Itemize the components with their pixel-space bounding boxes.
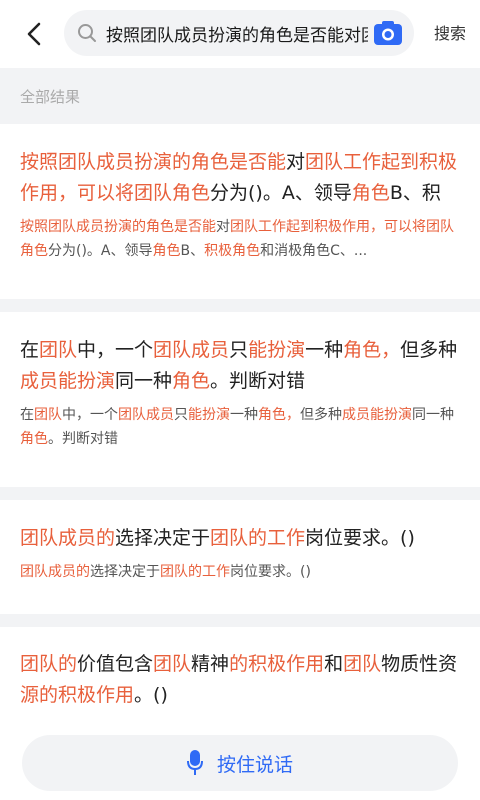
highlighted-text: 团队的 bbox=[20, 653, 78, 675]
result-title: 团队的价值包含团队精神的积极作用和团队物质性资源的积极作用。() bbox=[20, 649, 460, 711]
text-segment: 只 bbox=[174, 407, 188, 423]
voice-input-button[interactable]: 按住说话 bbox=[22, 735, 458, 791]
highlighted-text: 团队成员的 bbox=[20, 527, 116, 549]
text-segment: 在 bbox=[20, 339, 40, 361]
highlighted-text: 角色 bbox=[172, 370, 211, 392]
text-segment: 分为()。A、领导 bbox=[210, 182, 352, 204]
highlighted-text: 能扮演 bbox=[188, 407, 230, 423]
result-title: 按照团队成员扮演的角色是否能对团队工作起到积极作用，可以将团队角色分为()。A、… bbox=[20, 147, 460, 209]
microphone-icon bbox=[186, 750, 203, 775]
text-segment: 。() bbox=[134, 684, 168, 706]
highlighted-text: 团队的工作 bbox=[210, 527, 306, 549]
back-button[interactable] bbox=[14, 14, 54, 54]
text-segment: 中，一个 bbox=[77, 339, 154, 361]
text-segment: 一种 bbox=[230, 407, 258, 423]
highlighted-text: 角色， bbox=[258, 407, 300, 423]
text-segment: 同一种 bbox=[115, 370, 173, 392]
text-segment: B、积 bbox=[389, 182, 441, 204]
highlighted-text: 积极角色 bbox=[204, 243, 261, 259]
text-segment: 物质性资 bbox=[381, 653, 458, 675]
text-segment: 在 bbox=[20, 407, 34, 423]
highlighted-text: 角色 bbox=[351, 182, 390, 204]
bottom-bar: 按住说话 bbox=[0, 718, 480, 800]
result-title: 团队成员的选择决定于团队的工作岗位要求。() bbox=[20, 523, 460, 554]
camera-icon bbox=[374, 21, 402, 45]
highlighted-text: 成员能扮演 bbox=[342, 407, 412, 423]
search-button[interactable]: 搜索 bbox=[420, 0, 480, 68]
highlighted-text: 团队成员 bbox=[153, 339, 230, 361]
highlighted-text: 团队成员的 bbox=[20, 564, 90, 580]
text-segment: 同一种 bbox=[412, 407, 454, 423]
highlighted-text: 成员能扮演 bbox=[20, 370, 116, 392]
text-segment: 选择决定于 bbox=[115, 527, 211, 549]
highlighted-text: 团队的工作 bbox=[160, 564, 230, 580]
camera-search-button[interactable] bbox=[374, 20, 402, 46]
highlighted-text: 团队成员 bbox=[118, 407, 174, 423]
top-bar: 搜索 bbox=[0, 0, 480, 68]
highlighted-text: 按照团队成员扮演的角色是否能 bbox=[20, 219, 216, 235]
text-segment: 精神 bbox=[191, 653, 230, 675]
highlighted-text: 源 bbox=[20, 684, 40, 706]
result-snippet: 按照团队成员扮演的角色是否能对团队工作起到积极作用，可以将团队角色分为()。A、… bbox=[20, 215, 460, 263]
text-segment: 岗位要求。() bbox=[230, 564, 311, 580]
highlighted-text: 角色， bbox=[343, 339, 401, 361]
search-input[interactable] bbox=[106, 10, 368, 56]
highlighted-text: 的积极作用 bbox=[229, 653, 325, 675]
highlighted-text: 角色 bbox=[152, 243, 181, 259]
result-snippet: 在团队中，一个团队成员只能扮演一种角色，但多种成员能扮演同一种角色。判断对错 bbox=[20, 403, 460, 451]
back-arrow-icon bbox=[27, 22, 41, 46]
highlighted-text: 团队 bbox=[39, 339, 78, 361]
text-segment: 分为()。A、领导 bbox=[48, 243, 153, 259]
text-segment: 对 bbox=[286, 151, 306, 173]
text-segment: 只 bbox=[229, 339, 249, 361]
text-segment: 一种 bbox=[305, 339, 344, 361]
result-card[interactable]: 在团队中，一个团队成员只能扮演一种角色，但多种成员能扮演同一种角色。判断对错 在… bbox=[0, 312, 480, 487]
result-title: 在团队中，一个团队成员只能扮演一种角色，但多种成员能扮演同一种角色。判断对错 bbox=[20, 335, 460, 397]
search-icon bbox=[78, 24, 96, 42]
text-segment: 对 bbox=[216, 219, 230, 235]
text-segment: 和 bbox=[324, 653, 344, 675]
text-segment: 选择决定于 bbox=[90, 564, 160, 580]
highlighted-text: 的积极作用 bbox=[39, 684, 135, 706]
highlighted-text: 按照团队成员扮演的角色是否能 bbox=[20, 151, 287, 173]
voice-button-label: 按住说话 bbox=[216, 753, 293, 776]
text-segment: 但多种 bbox=[400, 339, 458, 361]
text-segment: 价值包含 bbox=[77, 653, 154, 675]
result-card[interactable]: 按照团队成员扮演的角色是否能对团队工作起到积极作用，可以将团队角色分为()。A、… bbox=[0, 124, 480, 299]
text-segment: 但多种 bbox=[300, 407, 342, 423]
highlighted-text: 团队 bbox=[343, 653, 382, 675]
result-snippet: 团队成员的选择决定于团队的工作岗位要求。() bbox=[20, 560, 460, 584]
text-segment: 。判断对错 bbox=[48, 431, 118, 447]
highlighted-text: 团队 bbox=[34, 407, 62, 423]
text-segment: B、 bbox=[180, 243, 205, 259]
search-box[interactable] bbox=[64, 10, 414, 56]
text-segment: 。判断对错 bbox=[210, 370, 306, 392]
text-segment: 岗位要求。() bbox=[305, 527, 415, 549]
highlighted-text: 能扮演 bbox=[248, 339, 306, 361]
highlighted-text: 团队 bbox=[153, 653, 192, 675]
section-label: 全部结果 bbox=[20, 88, 81, 106]
result-card[interactable]: 团队的价值包含团队精神的积极作用和团队物质性资源的积极作用。() bbox=[0, 627, 480, 718]
text-segment: 中，一个 bbox=[62, 407, 118, 423]
text-segment: 和消极角色C、... bbox=[260, 243, 368, 259]
result-card[interactable]: 团队成员的选择决定于团队的工作岗位要求。() 团队成员的选择决定于团队的工作岗位… bbox=[0, 500, 480, 614]
highlighted-text: 角色 bbox=[20, 431, 48, 447]
